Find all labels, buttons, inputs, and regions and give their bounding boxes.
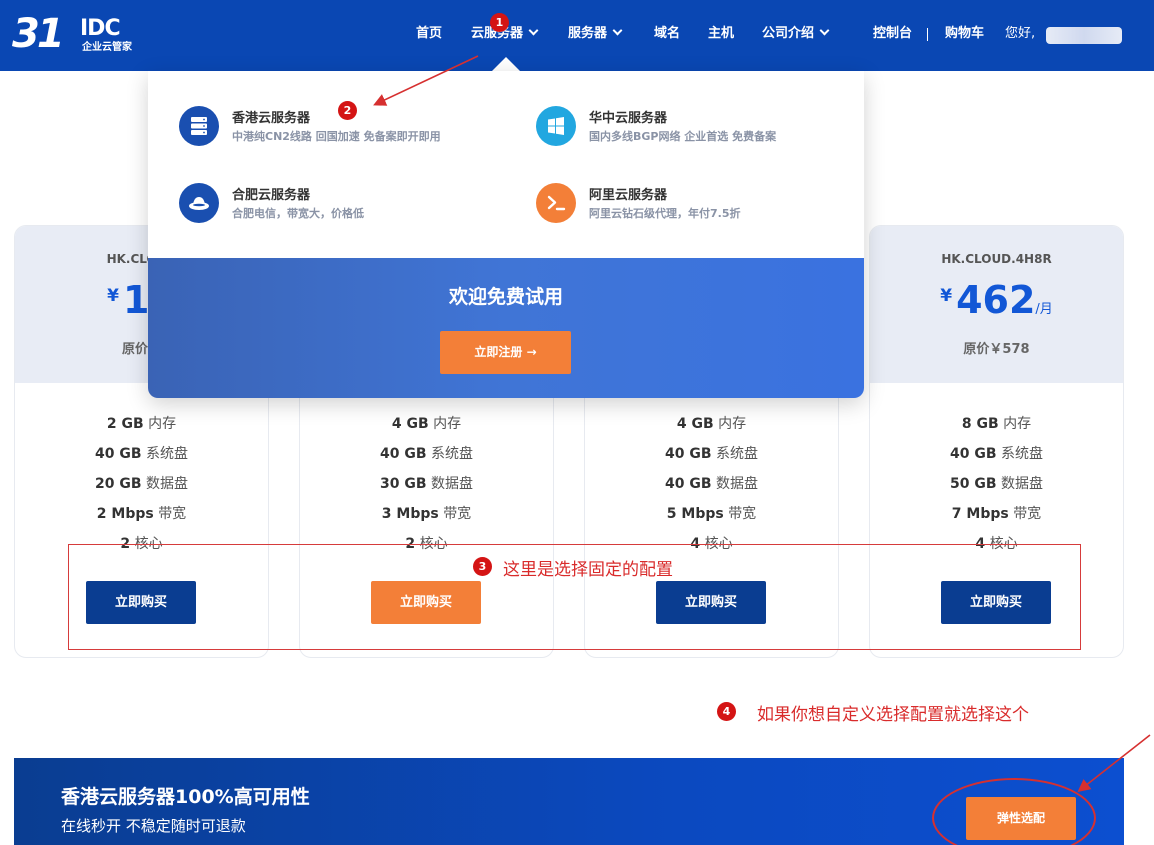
spec-data-disk: 30 GB 数据盘: [380, 476, 473, 492]
annotation-badge-2: 2: [338, 101, 357, 120]
spec-data-disk: 50 GB 数据盘: [950, 476, 1043, 492]
annotation-badge-4: 4: [717, 702, 736, 721]
price-value: 462: [956, 278, 1036, 322]
dropdown-item-title: 香港云服务器: [232, 111, 311, 126]
chevron-down-icon: [528, 25, 539, 36]
server-icon: [179, 106, 219, 146]
annotation-note-3: 这里是选择固定的配置: [503, 560, 673, 580]
top-header: 31 IDC 企业云管家 首页 云服务器 服务器 域名 主机 公司介绍 控制台 …: [0, 0, 1154, 71]
spec-bandwidth: 3 Mbps 带宽: [381, 506, 472, 522]
spec-bandwidth: 5 Mbps 带宽: [666, 506, 757, 522]
dropdown-item-desc: 国内多线BGP网络 企业首选 免费备案: [589, 130, 777, 143]
spec-system-disk: 40 GB 系统盘: [665, 446, 758, 462]
chevron-down-icon: [612, 25, 623, 36]
nav-divider: [927, 28, 928, 41]
annotation-badge-3: 3: [473, 557, 492, 576]
spec-bandwidth: 2 Mbps 带宽: [96, 506, 187, 522]
annotation-note-4: 如果你想自定义选择配置就选择这个: [757, 705, 1029, 725]
spec-memory: 4 GB 内存: [391, 416, 462, 432]
nav-domain[interactable]: 域名: [654, 24, 680, 44]
price-currency: ¥: [107, 286, 119, 306]
user-greeting: 您好,: [1005, 26, 1036, 41]
promo-title: 欢迎免费试用: [448, 286, 563, 308]
dropdown-item-title: 阿里云服务器: [589, 188, 668, 203]
spec-system-disk: 40 GB 系统盘: [380, 446, 473, 462]
spec-memory: 4 GB 内存: [676, 416, 747, 432]
plan-original-price: 原价￥578: [963, 342, 1030, 357]
register-now-button[interactable]: 立即注册 →: [440, 331, 571, 374]
nav-server[interactable]: 服务器: [568, 24, 623, 44]
spec-system-disk: 40 GB 系统盘: [950, 446, 1043, 462]
register-button-label: 立即注册: [474, 345, 523, 359]
nav-host-label: 主机: [708, 26, 735, 41]
nav-about-label: 公司介绍: [762, 26, 815, 41]
nav-server-label: 服务器: [568, 26, 608, 41]
logo-tagline: 企业云管家: [82, 42, 132, 53]
cloud-server-dropdown: 香港云服务器 中港纯CN2线路 回国加速 免备案即开即用 华中云服务器 国内多线…: [148, 71, 864, 398]
banner-title: 香港云服务器100%高可用性: [61, 786, 310, 808]
windows-icon: [536, 106, 576, 146]
logo-idc: IDC: [80, 16, 121, 41]
arrow-right-icon: →: [526, 345, 537, 359]
nav-home[interactable]: 首页: [416, 24, 442, 44]
spec-data-disk: 40 GB 数据盘: [665, 476, 758, 492]
plan-price: ¥462/月: [870, 278, 1123, 322]
dropdown-caret: [492, 57, 520, 71]
terminal-icon: [536, 183, 576, 223]
annotation-badge-1: 1: [490, 13, 509, 32]
nav-console[interactable]: 控制台: [873, 24, 912, 44]
spec-system-disk: 40 GB 系统盘: [95, 446, 188, 462]
nav-home-label: 首页: [416, 26, 443, 41]
dropdown-item-title: 合肥云服务器: [232, 188, 311, 203]
nav-about[interactable]: 公司介绍: [762, 24, 830, 44]
banner-subtitle: 在线秒开 不稳定随时可退款: [61, 817, 246, 835]
price-currency: ¥: [940, 286, 953, 306]
dropdown-item-desc: 中港纯CN2线路 回国加速 免备案即开即用: [232, 130, 441, 143]
free-trial-promo: 欢迎免费试用 立即注册 →: [148, 258, 864, 398]
price-unit: /月: [1035, 302, 1053, 317]
dropdown-item-title: 华中云服务器: [589, 111, 668, 126]
redhat-icon: [179, 183, 219, 223]
chevron-down-icon: [819, 25, 830, 36]
spec-memory: 8 GB 内存: [961, 416, 1032, 432]
plan-card-header: HK.CLOUD.4H8R ¥462/月 原价￥578: [870, 226, 1123, 383]
spec-data-disk: 20 GB 数据盘: [95, 476, 188, 492]
dropdown-item-desc: 阿里云钻石级代理，年付7.5折: [589, 207, 741, 220]
nav-domain-label: 域名: [654, 26, 681, 41]
spec-bandwidth: 7 Mbps 带宽: [951, 506, 1042, 522]
nav-cart[interactable]: 购物车: [945, 24, 984, 44]
username-blurred[interactable]: [1046, 27, 1122, 44]
logo-number: 31: [12, 11, 65, 57]
site-logo[interactable]: 31 IDC 企业云管家: [12, 11, 136, 58]
dropdown-item-desc: 合肥电信，带宽大，价格低: [232, 207, 364, 220]
spec-memory: 2 GB 内存: [106, 416, 177, 432]
plan-code: HK.CLOUD.4H8R: [941, 252, 1052, 266]
nav-host[interactable]: 主机: [708, 24, 734, 44]
